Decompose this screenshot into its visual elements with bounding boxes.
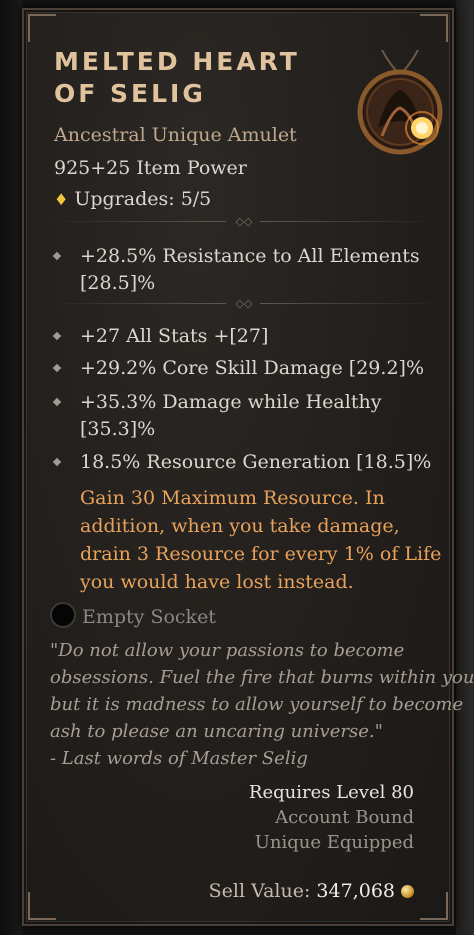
item-rarity-type: Ancestral Unique Amulet <box>54 124 297 146</box>
unique-power: Gain 30 Maximum Resource. In addition, w… <box>80 484 448 596</box>
unique-equipped: Unique Equipped <box>254 832 414 853</box>
socket-label: Empty Socket <box>82 606 216 628</box>
flavor-line: obsessions. Fuel the fire that burns wit… <box>50 667 474 688</box>
affix-resource-generation: 18.5% Resource Generation [18.5]% <box>52 449 444 476</box>
item-power: 925+25 Item Power <box>54 157 247 179</box>
diamond-upgrade-icon: ♦ <box>54 190 69 209</box>
affix-damage-while-healthy: +35.3% Damage while Healthy [35.3]% <box>52 389 444 443</box>
section-divider: ◇◇ <box>46 216 440 228</box>
required-level: Requires Level 80 <box>248 782 414 803</box>
section-divider: ◇◇ <box>46 298 440 310</box>
account-bound: Account Bound <box>275 807 414 828</box>
item-name-line2: of Selig <box>54 79 206 108</box>
flavor-line: ash to please an uncaring universe." <box>50 721 383 742</box>
empty-socket: Empty Socket <box>50 602 216 628</box>
affix-text: +28.5% Resistance to All Elements <box>80 245 420 267</box>
flavor-line: - Last words of Master Selig <box>50 748 308 769</box>
sell-label: Sell Value: <box>208 880 311 902</box>
item-name-line1: Melted Heart <box>54 47 300 76</box>
gold-coin-icon <box>401 885 414 898</box>
affix-text-cont: [35.3]% <box>80 418 156 440</box>
affix-text: +35.3% Damage while Healthy <box>80 391 382 413</box>
affix-text: +27 All Stats +[27] <box>80 325 269 347</box>
frame-corner <box>28 14 56 42</box>
upgrades-label: Upgrades: 5/5 <box>74 188 212 210</box>
item-tooltip: Melted Heart of Selig Ancestral Unique A… <box>22 8 474 926</box>
flavor-line: "Do not allow your passions to become <box>50 640 405 661</box>
affix-all-stats: +27 All Stats +[27] <box>52 323 444 350</box>
unique-power-line: addition, when you take damage, <box>80 515 400 537</box>
frame-corner <box>420 14 448 42</box>
unique-power-line: Gain 30 Maximum Resource. In <box>80 487 385 509</box>
unique-power-line: you would have lost instead. <box>80 571 354 593</box>
sell-value: Sell Value: 347,068 <box>209 880 414 902</box>
background-left <box>0 0 22 935</box>
empty-socket-icon <box>50 602 76 628</box>
flavor-line: but it is madness to allow yourself to b… <box>50 694 464 715</box>
frame-corner <box>28 892 56 920</box>
item-name: Melted Heart of Selig <box>54 46 314 110</box>
frame-corner <box>420 892 448 920</box>
unique-power-line: drain 3 Resource for every 1% of Life <box>80 543 442 565</box>
flavor-text: "Do not allow your passions to become ob… <box>50 637 474 772</box>
affix-text-cont: [28.5]% <box>80 272 156 294</box>
sell-amount: 347,068 <box>316 880 395 902</box>
affix-text: +29.2% Core Skill Damage [29.2]% <box>80 357 424 379</box>
upgrades-count: ♦ Upgrades: 5/5 <box>54 188 211 210</box>
background-right <box>456 0 474 935</box>
implicit-affix: +28.5% Resistance to All Elements [28.5]… <box>52 243 444 297</box>
affix-core-skill-damage: +29.2% Core Skill Damage [29.2]% <box>52 355 444 382</box>
amulet-icon <box>357 50 443 155</box>
affix-text: 18.5% Resource Generation [18.5]% <box>80 451 432 473</box>
